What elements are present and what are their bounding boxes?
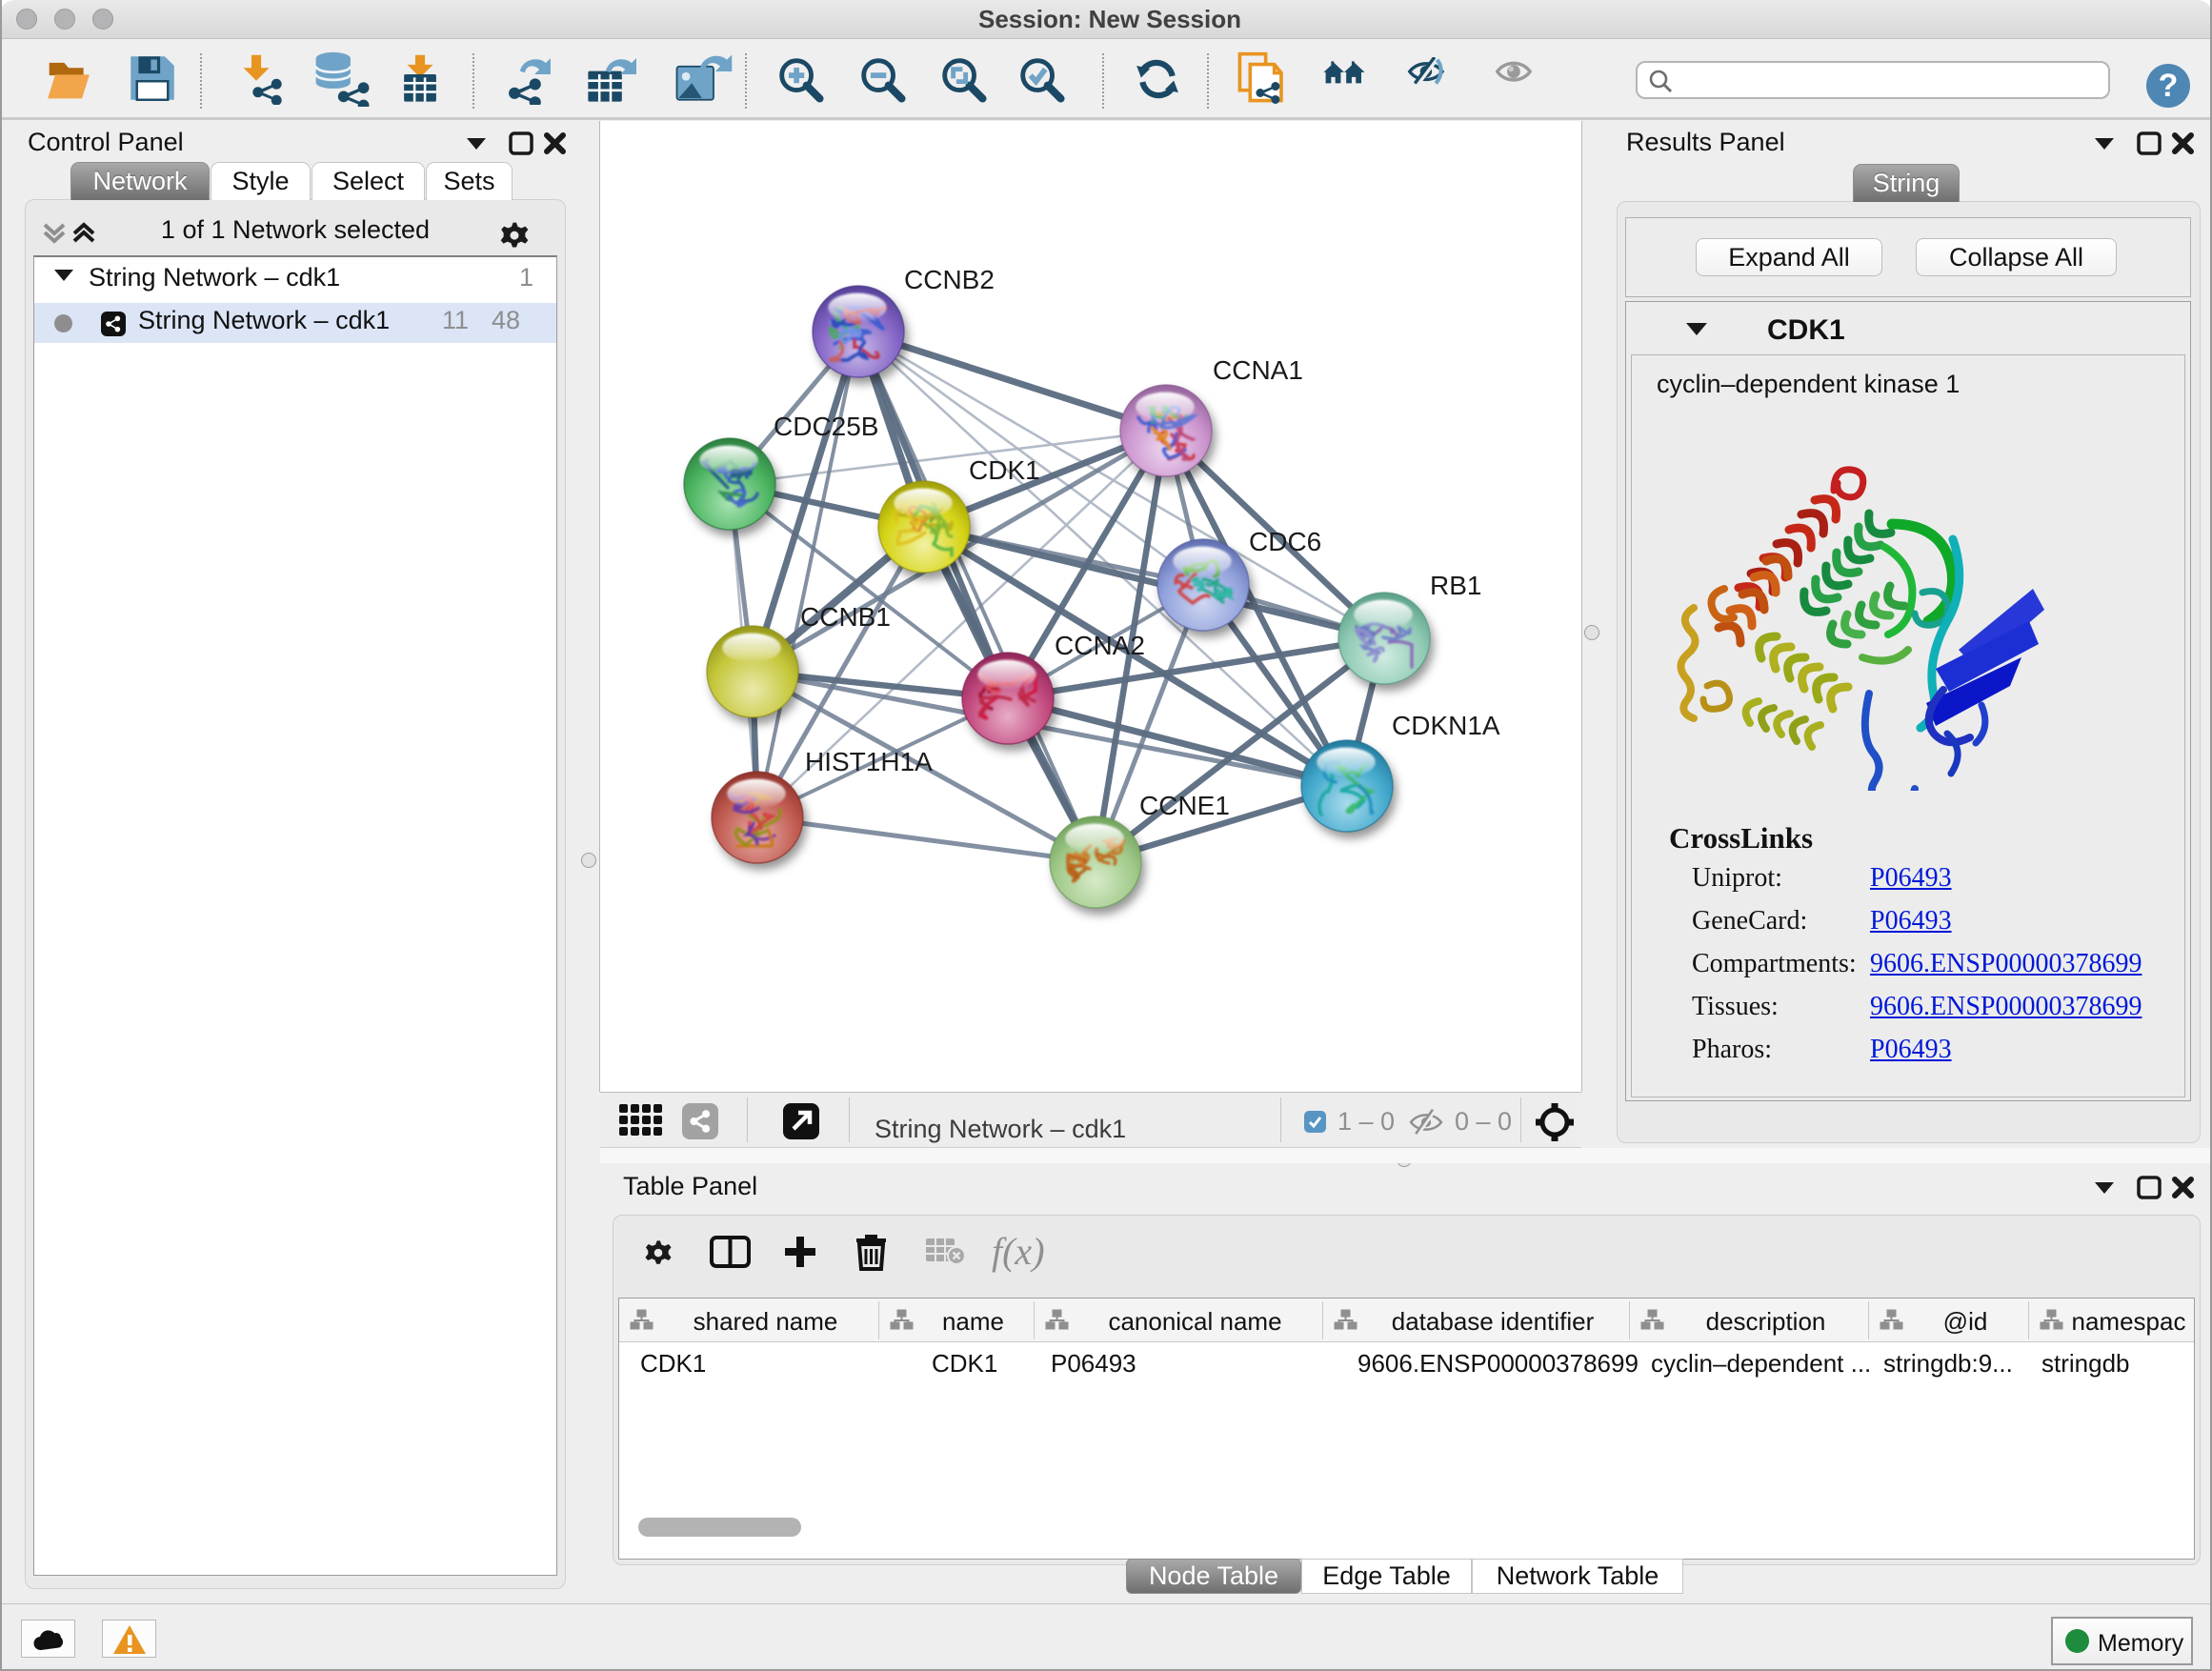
svg-text:RB1: RB1 — [1430, 571, 1481, 600]
svg-text:CDC6: CDC6 — [1249, 527, 1321, 556]
svg-text:CCNE1: CCNE1 — [1139, 791, 1230, 820]
svg-text:CDKN1A: CDKN1A — [1392, 711, 1500, 740]
svg-text:CCNB2: CCNB2 — [904, 265, 995, 294]
svg-text:CDK1: CDK1 — [969, 455, 1040, 485]
svg-text:CDC25B: CDC25B — [774, 412, 878, 441]
svg-text:CCNA2: CCNA2 — [1055, 631, 1145, 660]
svg-text:CCNA1: CCNA1 — [1213, 355, 1303, 385]
svg-text:CCNB1: CCNB1 — [800, 602, 891, 632]
svg-text:HIST1H1A: HIST1H1A — [805, 747, 933, 776]
